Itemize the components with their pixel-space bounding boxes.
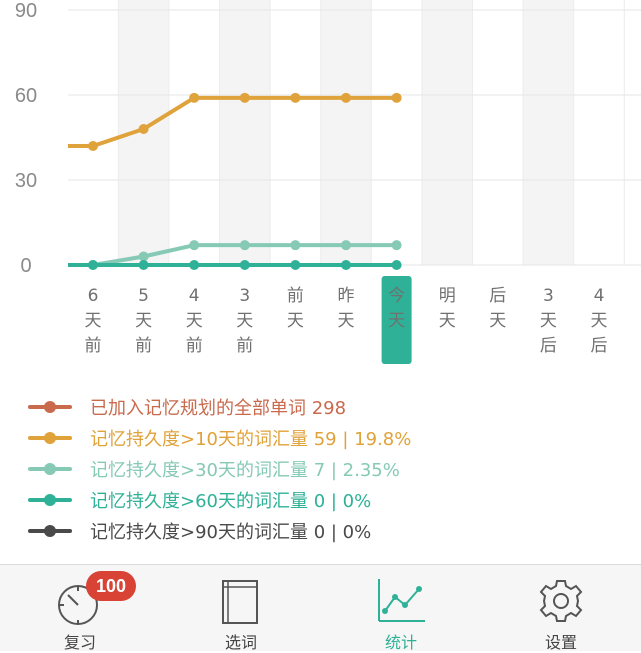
x-tick-label: 5 xyxy=(138,286,149,306)
review-count-badge: 100 xyxy=(86,571,136,601)
data-point xyxy=(239,260,250,270)
legend-text: 记忆持久度>60天的词汇量 0 | 0% xyxy=(90,491,372,512)
x-tick-label: 天 xyxy=(287,311,304,331)
data-point xyxy=(341,260,351,270)
legend-swatch xyxy=(28,432,72,444)
tab-label: 选词 xyxy=(224,633,257,652)
tab-label: 复习 xyxy=(63,633,96,652)
legend-text: 记忆持久度>90天的词汇量 0 | 0% xyxy=(90,522,372,543)
data-point xyxy=(290,92,301,103)
legend-text: 记忆持久度>10天的词汇量 59 | 19.8% xyxy=(90,429,412,450)
x-tick-label: 天 xyxy=(338,311,355,331)
legend-item-90days: 记忆持久度>90天的词汇量 0 | 0% xyxy=(28,516,371,546)
data-point xyxy=(189,240,200,251)
data-point xyxy=(189,92,200,103)
legend-swatch xyxy=(28,401,72,413)
data-point xyxy=(391,260,402,270)
x-tick-label: 前 xyxy=(85,336,102,356)
tab-statistics[interactable]: 统计 xyxy=(321,565,481,652)
legend-item-30days: 记忆持久度>30天的词汇量 7 | 2.35% xyxy=(28,454,400,484)
x-tick-label: 天 xyxy=(591,311,608,331)
data-point xyxy=(239,92,250,103)
x-tick-label: 后 xyxy=(540,336,557,356)
data-point xyxy=(290,240,301,251)
x-tick-label: 天 xyxy=(489,311,506,331)
tab-label: 设置 xyxy=(544,633,577,652)
x-tick-label: 天 xyxy=(540,311,557,331)
legend-swatch xyxy=(28,463,72,475)
chart-band xyxy=(320,0,372,265)
x-tick-label: 明 xyxy=(439,286,456,306)
x-tick-label: 前 xyxy=(135,336,152,356)
x-tick-label: 6 xyxy=(88,286,99,306)
x-tick-label: 天 xyxy=(135,311,152,331)
x-tick-label: 前 xyxy=(236,336,253,356)
data-point xyxy=(341,92,351,103)
x-tick-label: 前 xyxy=(287,286,304,306)
tab-review[interactable]: 100 复习 xyxy=(0,565,160,652)
x-tick-label: 天 xyxy=(186,311,203,331)
x-tick-label: 今 xyxy=(388,286,405,306)
y-tick-label: 30 xyxy=(15,170,37,192)
chart-band xyxy=(219,0,271,265)
legend-text: 已加入记忆规划的全部单词 298 xyxy=(90,398,347,419)
legend-swatch xyxy=(28,494,72,506)
x-tick-label: 天 xyxy=(236,311,253,331)
legend-item-60days: 记忆持久度>60天的词汇量 0 | 0% xyxy=(28,485,371,515)
data-point xyxy=(189,260,200,270)
notebook-icon xyxy=(215,575,267,625)
data-point xyxy=(391,92,402,103)
x-tick-label: 天 xyxy=(439,311,456,331)
data-point xyxy=(138,260,149,270)
gear-icon xyxy=(535,575,587,625)
legend-item-10days: 记忆持久度>10天的词汇量 59 | 19.8% xyxy=(28,423,411,453)
x-tick-label: 4 xyxy=(189,286,200,306)
x-tick-label: 后 xyxy=(591,336,608,356)
x-tick-label: 3 xyxy=(239,286,250,306)
y-tick-label: 90 xyxy=(15,0,37,22)
x-tick-label: 天 xyxy=(85,311,102,331)
line-chart-icon xyxy=(375,575,427,625)
tab-label: 统计 xyxy=(384,633,417,652)
chart-band xyxy=(421,0,473,265)
x-tick-label: 4 xyxy=(594,286,605,306)
x-tick-label: 前 xyxy=(186,336,203,356)
bottom-tab-bar: 100 复习 选词 统计 设置 xyxy=(0,564,641,652)
data-point xyxy=(290,260,301,270)
statistics-chart: 03060906天前5天前4天前3天前前天昨天今天明天后天3天后4天后 xyxy=(15,0,641,364)
legend-swatch xyxy=(28,525,72,537)
x-tick-label: 后 xyxy=(489,286,506,306)
data-point xyxy=(88,141,98,151)
x-tick-label: 天 xyxy=(388,311,405,331)
y-tick-label: 0 xyxy=(20,255,31,277)
y-tick-label: 60 xyxy=(15,85,37,107)
data-point xyxy=(391,240,402,251)
data-point xyxy=(341,240,351,251)
tab-select-words[interactable]: 选词 xyxy=(161,565,321,652)
data-point xyxy=(239,240,250,251)
legend-item-total: 已加入记忆规划的全部单词 298 xyxy=(28,392,346,422)
data-point xyxy=(138,124,149,134)
legend-text: 记忆持久度>30天的词汇量 7 | 2.35% xyxy=(90,460,400,481)
x-tick-label: 3 xyxy=(543,286,554,306)
chart-band xyxy=(523,0,574,265)
tab-settings[interactable]: 设置 xyxy=(481,565,641,652)
x-tick-label: 昨 xyxy=(338,286,355,306)
data-point xyxy=(88,260,98,270)
